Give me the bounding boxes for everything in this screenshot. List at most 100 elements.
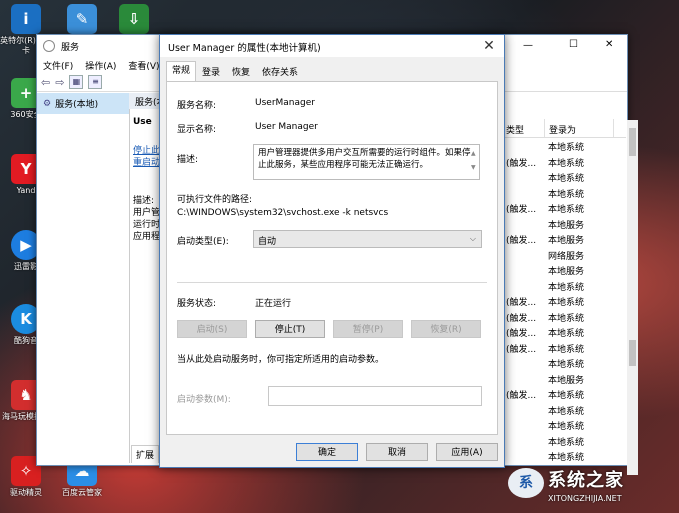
table-row[interactable]: (触发... 本地系统 (502, 200, 626, 216)
table-row[interactable]: (触发... 本地系统 (502, 309, 626, 325)
table-row[interactable]: 本地系统 (502, 138, 626, 154)
cell-type: (触发... (506, 158, 537, 169)
minimize-button[interactable]: — (523, 40, 533, 51)
chevron-down-icon: ⌵ (469, 234, 476, 243)
apply-button[interactable]: 应用(A) (436, 443, 498, 461)
tree-item-services[interactable]: ⚙ 服务(本地) (37, 93, 129, 114)
column-logon[interactable]: 登录为 (545, 119, 614, 137)
cell-type (502, 433, 544, 449)
scrollbar[interactable] (627, 120, 638, 475)
cell-logon: 本地系统 (548, 437, 585, 448)
table-row[interactable]: (触发... 本地系统 (502, 154, 626, 170)
restart-link[interactable]: 重启动 (133, 155, 160, 168)
scrollbar-thumb[interactable] (629, 128, 636, 156)
list-icon[interactable]: ≡ (88, 75, 103, 89)
menu-file[interactable]: 文件(F) (43, 59, 73, 72)
maximize-button[interactable]: ☐ (569, 39, 578, 50)
table-row[interactable]: 本地系统 (502, 355, 626, 371)
startup-type-label: 启动类型(E): (177, 237, 229, 247)
tab-dependencies[interactable]: 依存关系 (256, 63, 304, 83)
scrollbar-thumb-secondary[interactable] (629, 340, 636, 366)
show-tree-icon[interactable]: ▦ (69, 75, 84, 89)
table-row[interactable]: 本地服务 (502, 216, 626, 232)
cell-type (502, 216, 544, 232)
table-row[interactable]: (触发... 本地系统 (502, 324, 626, 340)
table-row[interactable]: 本地系统 (502, 278, 626, 294)
path-value: C:\WINDOWS\system32\svchost.exe -k netsv… (177, 208, 389, 218)
gear-icon (43, 40, 55, 52)
cell-type: (触发... (506, 344, 537, 355)
watermark-title: 系统之家 (548, 470, 624, 491)
description-box[interactable]: 用户管理器提供多用户交互所需要的运行时组件。如果停止此服务，某些应用程序可能无法… (253, 144, 480, 180)
tree-pane: ⚙ 服务(本地) (37, 93, 130, 463)
cell-type: (触发... (506, 329, 537, 339)
description-text: 用户管理器提供多用户交互所需要的运行时组件。如果停止此服务，某些应用程序可能无法… (258, 148, 471, 170)
scroll-arrows-icon[interactable]: ▲ ▼ (471, 147, 477, 175)
ok-button[interactable]: 确定 (296, 443, 358, 461)
cell-logon: 本地系统 (548, 174, 585, 184)
resume-button[interactable]: 恢复(R) (411, 320, 481, 338)
cancel-button[interactable]: 取消 (366, 443, 428, 461)
service-name-label: 服务名称: (177, 101, 217, 111)
table-row[interactable]: 本地服务 (502, 371, 626, 387)
cell-logon: 本地系统 (548, 329, 585, 339)
column-type[interactable]: 类型 (502, 119, 545, 137)
cell-logon: 本地系统 (548, 158, 585, 169)
cell-type (502, 185, 544, 201)
table-row[interactable]: 本地系统 (502, 169, 626, 185)
pause-button[interactable]: 暂停(P) (333, 320, 403, 338)
tab-extended[interactable]: 扩展 (131, 445, 160, 463)
table-row[interactable]: 网络服务 (502, 247, 626, 263)
cell-logon: 本地系统 (548, 360, 585, 370)
list-header: 类型 登录为 (502, 119, 626, 138)
table-row[interactable]: (触发... 本地系统 (502, 386, 626, 402)
menu-view[interactable]: 查看(V) (128, 59, 159, 72)
service-status-label: 服务状态: (177, 299, 217, 309)
path-label: 可执行文件的路径: (177, 195, 253, 205)
params-label: 启动参数(M): (177, 395, 231, 405)
watermark-logo-icon: 系 (508, 468, 544, 498)
tab-recovery[interactable]: 恢复 (226, 63, 256, 83)
table-row[interactable]: 本地系统 (502, 402, 626, 418)
cell-type (502, 138, 544, 154)
cell-type: (触发... (506, 298, 537, 308)
services-list: 类型 登录为 本地系统 (触发... 本地系统 本地系统 本地系统 (触发... 本地系统本… (502, 93, 626, 463)
download-icon: ⇩ (119, 4, 149, 34)
cell-type: (触发... (506, 205, 537, 215)
cell-logon: 本地系统 (548, 313, 585, 324)
menu-action[interactable]: 操作(A) (85, 59, 116, 72)
cell-type (502, 402, 544, 418)
cell-logon: 本地服务 (548, 220, 585, 231)
dialog-title: User Manager 的属性(本地计算机) (168, 43, 321, 54)
start-button[interactable]: 启动(S) (177, 320, 247, 338)
table-row[interactable]: (触发... 本地系统 (502, 293, 626, 309)
cell-type: (触发... (506, 236, 537, 246)
cell-logon: 本地服务 (548, 267, 585, 277)
cell-type: (触发... (506, 313, 537, 324)
desktop-icon-label: 百度云管家 (62, 488, 102, 497)
table-row[interactable]: (触发... 本地系统 (502, 340, 626, 356)
table-row[interactable]: 本地系统 (502, 417, 626, 433)
site-watermark: 系 系统之家 XITONGZHIJIA.NET (508, 462, 678, 510)
forward-arrow-icon[interactable]: ⇨ (55, 76, 64, 89)
close-button[interactable]: ✕ (605, 39, 613, 50)
tab-general[interactable]: 常规 (166, 61, 197, 82)
tab-logon[interactable]: 登录 (196, 63, 226, 83)
cell-logon: 本地系统 (548, 189, 585, 200)
startup-type-select[interactable]: 自动 ⌵ (253, 230, 482, 248)
stop-button[interactable]: 停止(T) (255, 320, 325, 338)
cell-type (502, 417, 544, 433)
cell-logon: 本地系统 (548, 422, 585, 432)
table-row[interactable]: 本地服务 (502, 262, 626, 278)
table-row[interactable]: (触发... 本地服务 (502, 231, 626, 247)
intel-icon: i (11, 4, 41, 34)
table-row[interactable]: 本地系统 (502, 433, 626, 449)
cell-logon: 本地系统 (548, 298, 585, 308)
back-arrow-icon[interactable]: ⇦ (41, 76, 50, 89)
params-input[interactable] (268, 386, 482, 406)
cell-logon: 本地系统 (548, 391, 585, 401)
cell-logon: 本地系统 (548, 406, 585, 417)
dialog-close-button[interactable]: ✕ (480, 37, 498, 55)
table-row[interactable]: 本地系统 (502, 185, 626, 201)
service-status-value: 正在运行 (255, 299, 292, 309)
